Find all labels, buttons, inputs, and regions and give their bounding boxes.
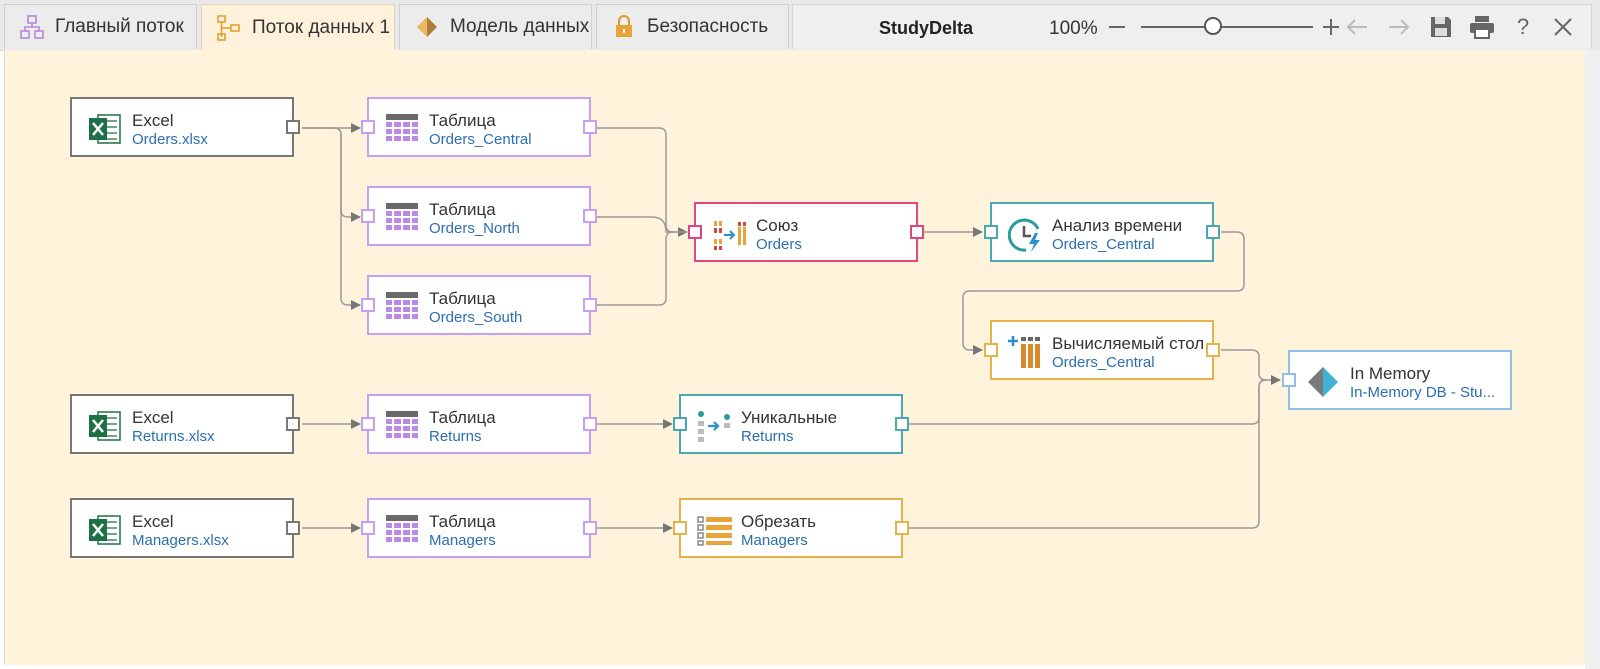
node-union[interactable]: Союз Orders — [688, 202, 924, 262]
node-title: Excel — [132, 512, 174, 531]
excel-icon — [88, 112, 122, 146]
input-port[interactable] — [1282, 373, 1296, 387]
output-port[interactable] — [895, 417, 909, 431]
node-subtitle: Orders_South — [429, 309, 523, 326]
output-port[interactable] — [583, 209, 597, 223]
node-subtitle: Returns.xlsx — [132, 428, 215, 445]
node-subtitle: Orders_Central — [1052, 236, 1155, 253]
input-port[interactable] — [361, 209, 375, 223]
input-port[interactable] — [984, 343, 998, 357]
link-table-north-union — [597, 216, 687, 233]
node-title: Таблица — [429, 289, 496, 308]
node-subtitle: In-Memory DB - Stu... — [1350, 384, 1496, 401]
table-icon — [385, 201, 419, 235]
table-icon — [385, 112, 419, 146]
node-title: Таблица — [429, 200, 496, 219]
node-trim[interactable]: Обрезать Managers — [673, 498, 909, 558]
output-port[interactable] — [910, 225, 924, 239]
in-memory-db-icon — [1306, 365, 1340, 399]
node-title: Вычисляемый стол — [1052, 334, 1205, 353]
output-port[interactable] — [1206, 343, 1220, 357]
input-port[interactable] — [688, 225, 702, 239]
node-table-orders-central[interactable]: Таблица Orders_Central — [361, 97, 597, 157]
node-title: Уникальные — [741, 408, 838, 427]
table-icon — [385, 409, 419, 443]
node-subtitle: Managers — [741, 532, 808, 549]
node-table-returns[interactable]: Таблица Returns — [361, 394, 597, 454]
output-port[interactable] — [895, 521, 909, 535]
node-in-memory[interactable]: In Memory In-Memory DB - Stu... — [1282, 350, 1512, 410]
calculated-column-icon — [1008, 335, 1042, 369]
input-port[interactable] — [361, 120, 375, 134]
excel-icon — [88, 409, 122, 443]
node-subtitle: Orders_North — [429, 220, 520, 237]
link-unique-in-memory — [909, 379, 1267, 425]
link-trim-in-memory — [909, 379, 1267, 529]
node-title: In Memory — [1350, 364, 1431, 383]
node-table-orders-north[interactable]: Таблица Orders_North — [361, 186, 597, 246]
distinct-icon — [697, 409, 731, 443]
node-title: Таблица — [429, 111, 496, 130]
node-title: Союз — [756, 216, 799, 235]
excel-icon — [88, 513, 122, 547]
input-port[interactable] — [673, 417, 687, 431]
node-subtitle: Returns — [741, 428, 794, 445]
node-subtitle: Returns — [429, 428, 482, 445]
link-calc-column-in-memory — [1221, 349, 1281, 385]
node-calculated-column[interactable]: Вычисляемый стол Orders_Central — [984, 320, 1220, 380]
output-port[interactable] — [583, 298, 597, 312]
node-subtitle: Orders_Central — [429, 131, 532, 148]
trim-icon — [697, 513, 732, 547]
node-subtitle: Orders.xlsx — [132, 131, 208, 148]
output-port[interactable] — [583, 521, 597, 535]
node-title: Анализ времени — [1052, 216, 1183, 235]
node-title: Excel — [132, 111, 174, 130]
output-port[interactable] — [286, 417, 300, 431]
node-subtitle: Orders_Central — [1052, 354, 1155, 371]
node-title: Обрезать — [741, 512, 817, 531]
node-table-orders-south[interactable]: Таблица Orders_South — [361, 275, 597, 335]
node-subtitle: Orders — [756, 236, 802, 253]
input-port[interactable] — [984, 225, 998, 239]
link-table-south-union — [597, 231, 674, 306]
node-title: Таблица — [429, 408, 496, 427]
node-unique[interactable]: Уникальные Returns — [673, 394, 909, 454]
node-table-managers[interactable]: Таблица Managers — [361, 498, 597, 558]
table-icon — [385, 513, 419, 547]
input-port[interactable] — [361, 417, 375, 431]
output-port[interactable] — [286, 120, 300, 134]
clock-lightning-icon — [1007, 217, 1042, 252]
node-time-analysis[interactable]: Анализ времени Orders_Central — [984, 202, 1220, 262]
output-port[interactable] — [583, 417, 597, 431]
node-title: Excel — [132, 408, 174, 427]
node-subtitle: Managers.xlsx — [132, 532, 229, 549]
input-port[interactable] — [673, 521, 687, 535]
union-icon — [712, 217, 746, 251]
output-port[interactable] — [583, 120, 597, 134]
node-excel-managers[interactable]: Excel Managers.xlsx — [70, 498, 300, 558]
output-port[interactable] — [1206, 225, 1220, 239]
node-title: Таблица — [429, 512, 496, 531]
node-subtitle: Managers — [429, 532, 496, 549]
table-icon — [385, 290, 419, 324]
input-port[interactable] — [361, 521, 375, 535]
input-port[interactable] — [361, 298, 375, 312]
node-excel-returns[interactable]: Excel Returns.xlsx — [70, 394, 300, 454]
link-excel-orders-table-north — [302, 127, 361, 222]
output-port[interactable] — [286, 521, 300, 535]
node-excel-orders[interactable]: Excel Orders.xlsx — [70, 97, 300, 157]
